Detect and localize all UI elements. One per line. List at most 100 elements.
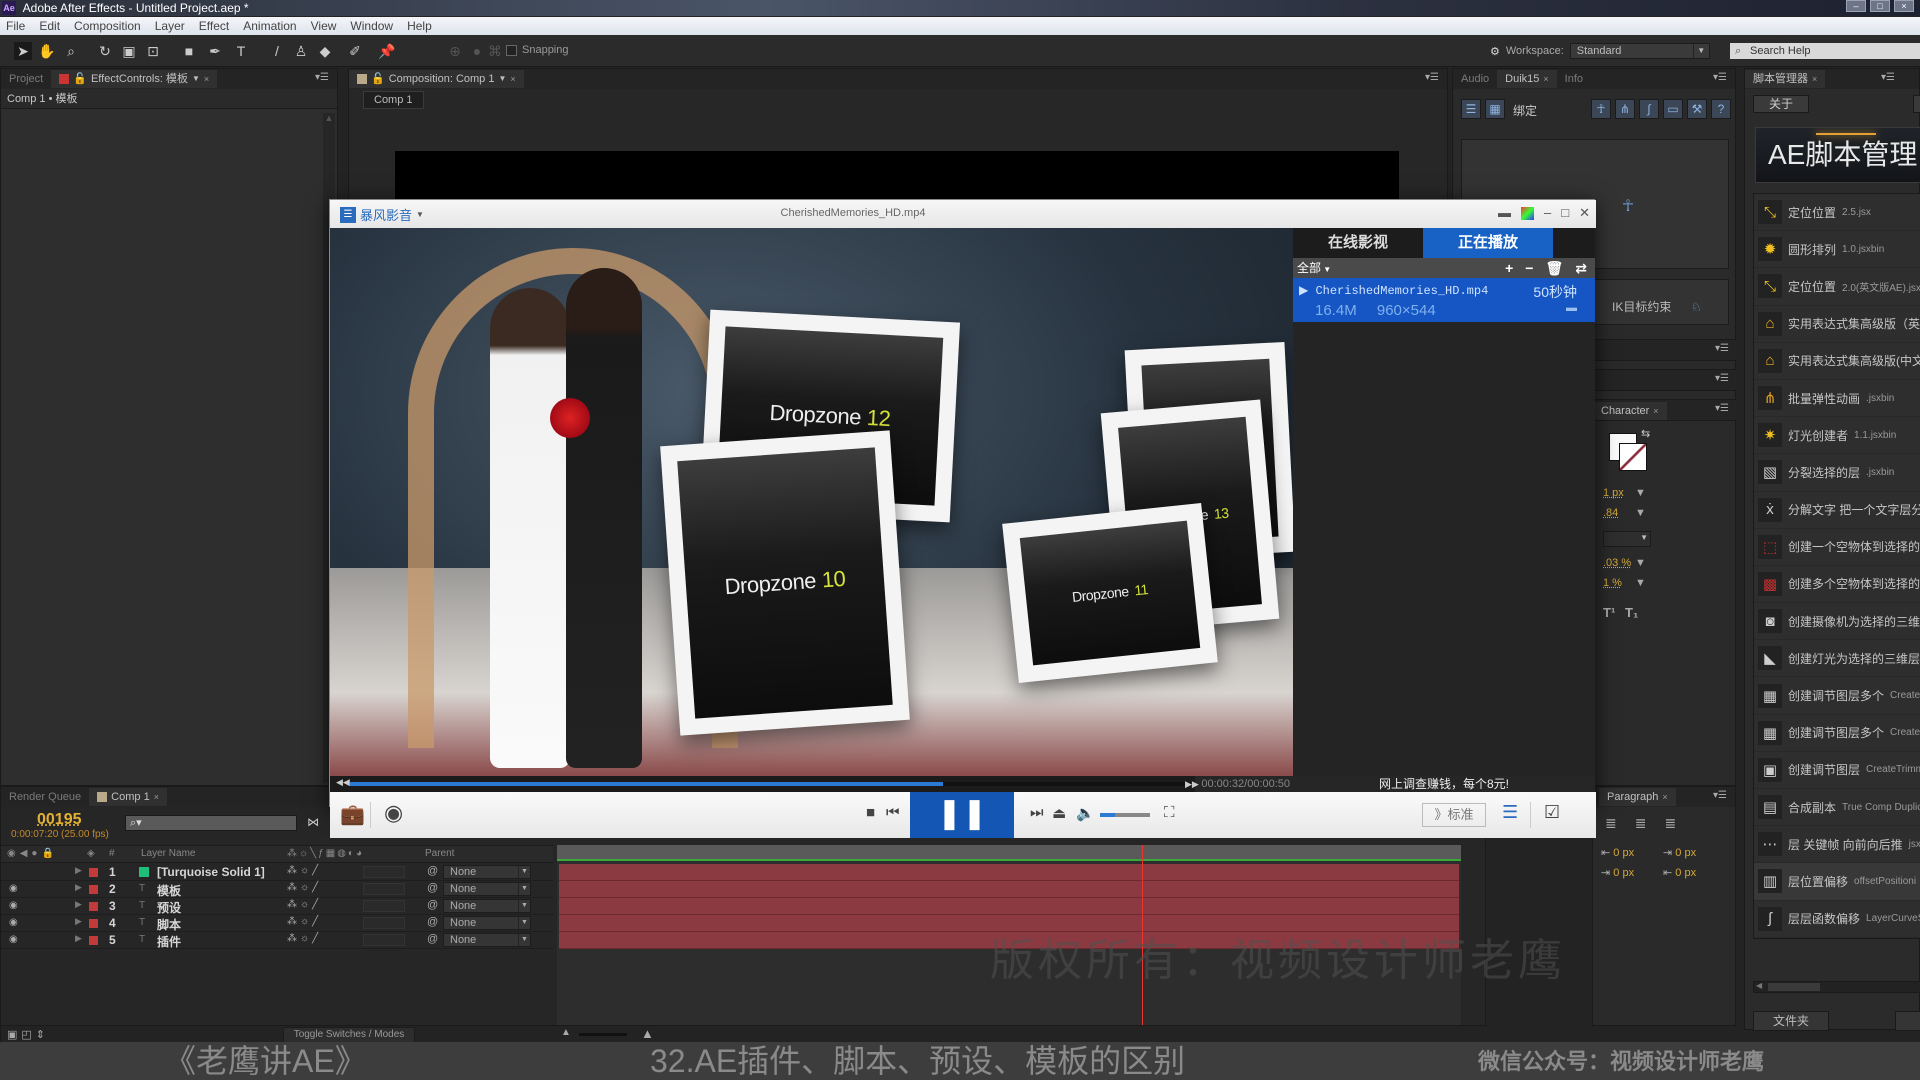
script-list-item[interactable]: ◣ 创建灯光为选择的三维层 xyxy=(1754,640,1920,678)
chevron-down-icon[interactable]: ▼ xyxy=(1635,557,1646,569)
lock-icon[interactable]: 🔓 xyxy=(371,70,385,88)
tab-online-video[interactable]: 在线影视 xyxy=(1293,228,1423,258)
ad-banner[interactable]: 网上调查赚钱，每个8元! xyxy=(1293,776,1595,792)
parent-dropdown[interactable]: None ▼ xyxy=(443,916,531,930)
justify-center-icon[interactable]: ≣ xyxy=(1635,815,1647,832)
layer-duration-bar[interactable] xyxy=(559,881,1459,898)
tab-project[interactable]: Project xyxy=(1,70,51,88)
folder-button[interactable]: 文件夹 xyxy=(1753,1011,1829,1031)
hand-tool-icon[interactable]: ✋ xyxy=(38,42,56,60)
skin-icon[interactable] xyxy=(1521,207,1534,220)
about-button[interactable]: 关于 xyxy=(1753,95,1809,113)
roto-brush-tool-icon[interactable]: ✐ xyxy=(346,42,364,60)
swap-colors-icon[interactable]: ⇆ xyxy=(1641,427,1650,440)
next-icon[interactable]: ⏭ xyxy=(1030,804,1044,821)
visibility-eye-icon[interactable]: ◉ xyxy=(9,883,18,894)
wrench-icon[interactable]: ⚒ xyxy=(1687,99,1707,119)
clone-stamp-tool-icon[interactable]: ♙ xyxy=(292,42,310,60)
help-icon[interactable]: ? xyxy=(1711,99,1731,119)
indent-right-value[interactable]: 0 px xyxy=(1675,847,1696,859)
scroll-thumb[interactable] xyxy=(1768,983,1820,991)
number-column-header[interactable]: # xyxy=(109,848,115,859)
chevron-down-icon[interactable]: ▼ xyxy=(1635,487,1646,499)
justify-all-icon[interactable]: ≣ xyxy=(1664,815,1676,832)
layer-label-color[interactable] xyxy=(89,936,98,945)
chevron-down-icon[interactable]: ▼ xyxy=(498,70,506,88)
layer-duration-bar[interactable] xyxy=(559,864,1459,881)
script-list-item[interactable]: ẋ 分解文字 把一个文字层分 xyxy=(1754,492,1920,529)
close-tab-icon[interactable]: × xyxy=(1543,70,1548,88)
justify-left-icon[interactable]: ≣ xyxy=(1605,815,1617,832)
script-list-item[interactable]: ⋔ 批量弹性动画 .jsxbin xyxy=(1754,380,1920,418)
puppet-pin-tool-icon[interactable]: 📌 xyxy=(378,42,396,60)
menu-window[interactable]: Window xyxy=(350,19,393,33)
menu-help[interactable]: Help xyxy=(407,19,432,33)
layer-label-color[interactable] xyxy=(89,919,98,928)
close-tab-icon[interactable]: × xyxy=(154,788,159,806)
brush-tool-icon[interactable]: / xyxy=(268,42,286,60)
visibility-eye-icon[interactable]: ◉ xyxy=(9,934,18,945)
space-before-value[interactable]: 0 px xyxy=(1613,867,1634,879)
script-list-item[interactable]: ⌂ 实用表达式集高级版（英 xyxy=(1754,306,1920,343)
lock-icon[interactable]: 🔓 xyxy=(73,70,87,88)
space-after-value[interactable]: 0 px xyxy=(1675,867,1696,879)
comp-breadcrumb-tab[interactable]: Comp 1 xyxy=(363,91,424,109)
parent-dropdown[interactable]: None ▼ xyxy=(443,865,531,879)
layer-row[interactable]: ◉ ▶ 4 T 脚本 ⁂☼╱ @ None ▼ xyxy=(1,915,553,932)
close-tab-icon[interactable]: × xyxy=(204,70,209,88)
layer-name-column-header[interactable]: Layer Name xyxy=(141,848,195,859)
maximize-button[interactable]: □ xyxy=(1870,0,1890,12)
layer-row[interactable]: ▶ 1 [Turquoise Solid 1] ⁂☼╱ @ None ▼ xyxy=(1,864,553,881)
expand-triangle-icon[interactable]: ▶ xyxy=(75,916,82,927)
notes-icon[interactable]: ☰ xyxy=(1461,99,1481,119)
panel-menu-icon[interactable]: ▾☰ xyxy=(1713,790,1727,801)
view-axis-icon[interactable]: ⌘ xyxy=(486,42,504,60)
pan-behind-tool-icon[interactable]: ⊡ xyxy=(144,42,162,60)
tab-paragraph[interactable]: Paragraph × xyxy=(1599,788,1676,806)
script-list-item[interactable]: 层层时间线偏移pt_ShiftLayers.j xyxy=(1754,938,1920,939)
current-time-display[interactable]: 00195 xyxy=(37,811,82,829)
tab-comp-1[interactable]: Comp 1 × xyxy=(89,788,167,806)
vertical-scale-value[interactable]: .03 % xyxy=(1603,557,1631,569)
layer-search-input[interactable]: ⌕▾ xyxy=(125,815,297,831)
indent-left-value[interactable]: 0 px xyxy=(1613,847,1634,859)
camera-icon[interactable]: ▭ xyxy=(1663,99,1683,119)
seek-track[interactable] xyxy=(350,782,1276,786)
pick-whip-icon[interactable]: @ xyxy=(427,882,438,894)
script-list-item[interactable]: ▦ 创建调节图层多个 CreateS xyxy=(1754,677,1920,715)
tab-composition[interactable]: 🔓 Composition: Comp 1 ▼ × xyxy=(349,70,524,88)
layer-mode-boxes[interactable] xyxy=(363,883,405,895)
calculator-icon[interactable]: ▦ xyxy=(1485,99,1505,119)
tab-effect-controls[interactable]: 🔓 EffectControls: 模板 ▼ × xyxy=(51,70,218,88)
parent-column-header[interactable]: Parent xyxy=(425,848,454,859)
toggle-switches-modes-button[interactable]: Toggle Switches / Modes xyxy=(283,1027,415,1043)
chat-icon[interactable]: ▬ xyxy=(1498,205,1511,221)
layer-row[interactable]: ◉ ▶ 5 T 插件 ⁂☼╱ @ None ▼ xyxy=(1,932,553,949)
type-tool-icon[interactable]: T xyxy=(232,42,250,60)
superscript-icon[interactable]: T¹ xyxy=(1603,605,1615,620)
axis-mode-icon[interactable]: ⊕ xyxy=(446,42,464,60)
panel-menu-icon[interactable]: ▾☰ xyxy=(1881,72,1895,83)
panel-menu-icon[interactable]: ▾☰ xyxy=(1425,72,1439,83)
rectangle-tool-icon[interactable]: ■ xyxy=(180,42,198,60)
camera-tool-icon[interactable]: ▣ xyxy=(120,42,138,60)
chevron-down-icon[interactable]: ▼ xyxy=(1635,577,1646,589)
eraser-tool-icon[interactable]: ◆ xyxy=(316,42,334,60)
rigging-icon[interactable]: ☥ xyxy=(1591,99,1611,119)
fast-forward-icon[interactable]: ▶▶ xyxy=(1185,779,1201,789)
close-tab-icon[interactable]: × xyxy=(1812,70,1817,88)
pick-whip-icon[interactable]: @ xyxy=(427,916,438,928)
zoom-tool-icon[interactable]: ⌕ xyxy=(62,42,80,60)
layer-name[interactable]: 插件 xyxy=(157,933,181,950)
visibility-eye-icon[interactable]: ◉ xyxy=(9,917,18,928)
video-frame[interactable]: Dropzone12 Dropzone14 Dropzone13 Dropzon… xyxy=(330,228,1293,776)
horizontal-scale-value[interactable]: 1 % xyxy=(1603,577,1622,589)
chevron-down-icon[interactable]: ▼ xyxy=(192,70,200,88)
pick-whip-icon[interactable]: @ xyxy=(427,865,438,877)
panel-menu-icon[interactable]: ▾☰ xyxy=(315,72,329,83)
pick-whip-icon[interactable]: @ xyxy=(427,899,438,911)
layer-switches[interactable]: ⁂☼╱ xyxy=(287,865,321,876)
maximize-button[interactable]: □ xyxy=(1561,205,1569,221)
script-list-item[interactable]: ▦ 创建调节图层多个 CreateS xyxy=(1754,715,1920,752)
checklist-icon[interactable]: ☑ xyxy=(1544,802,1560,823)
